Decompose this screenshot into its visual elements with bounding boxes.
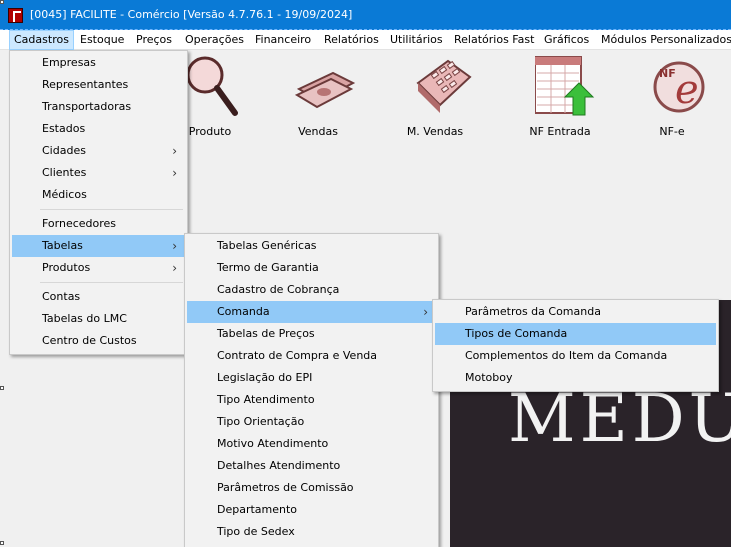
menu-item-tipo-orientacao[interactable]: Tipo Orientação [187, 411, 436, 433]
menu-item-contrato-compra-venda[interactable]: Contrato de Compra e Venda [187, 345, 436, 367]
menu-item-medicos[interactable]: Médicos [12, 184, 185, 206]
menu-relatorios[interactable]: Relatórios [320, 30, 383, 50]
toolbar-nf-entrada-button[interactable]: NF Entrada [515, 55, 605, 145]
menu-item-tabelas-genericas[interactable]: Tabelas Genéricas [187, 235, 436, 257]
menu-item-transportadoras[interactable]: Transportadoras [12, 96, 185, 118]
menu-utilitarios[interactable]: Utilitários [386, 30, 447, 50]
menu-separator [40, 282, 183, 283]
toolbar-label: Vendas [298, 125, 338, 138]
nf-entrada-icon [535, 56, 595, 116]
menu-item-representantes[interactable]: Representantes [12, 74, 185, 96]
calculator-icon [416, 59, 472, 113]
toolbar-vendas-button[interactable]: Vendas [273, 55, 363, 145]
menu-item-detalhes-atendimento[interactable]: Detalhes Atendimento [187, 455, 436, 477]
nfe-icon: e NF [653, 61, 705, 113]
svg-text:NF: NF [659, 67, 676, 80]
menu-item-cadastro-de-cobranca[interactable]: Cadastro de Cobrança [187, 279, 436, 301]
menu-item-produtos[interactable]: Produtos › [12, 257, 185, 279]
selection-grip[interactable] [0, 386, 4, 390]
menu-item-fornecedores[interactable]: Fornecedores [12, 213, 185, 235]
menu-item-contas[interactable]: Contas [12, 286, 185, 308]
menu-item-departamento[interactable]: Departamento [187, 499, 436, 521]
chevron-right-icon: › [172, 166, 177, 180]
menu-estoque[interactable]: Estoque [76, 30, 128, 50]
selection-grip[interactable] [0, 0, 4, 4]
menu-item-termo-de-garantia[interactable]: Termo de Garantia [187, 257, 436, 279]
menu-item-tabelas-de-precos[interactable]: Tabelas de Preços [187, 323, 436, 345]
chevron-right-icon: › [423, 305, 428, 319]
menu-modulos-personalizados[interactable]: Módulos Personalizados [597, 30, 731, 50]
chevron-right-icon: › [172, 144, 177, 158]
menu-separator [40, 209, 183, 210]
menu-item-tipo-atendimento[interactable]: Tipo Atendimento [187, 389, 436, 411]
menu-item-tipos-de-comanda[interactable]: Tipos de Comanda [435, 323, 716, 345]
menu-item-motivo-atendimento[interactable]: Motivo Atendimento [187, 433, 436, 455]
menu-item-legislacao-epi[interactable]: Legislação do EPI [187, 367, 436, 389]
menu-bar: Cadastros Estoque Preços Operações Finan… [0, 30, 731, 50]
menu-graficos[interactable]: Gráficos [540, 30, 593, 50]
magnifier-icon [186, 56, 238, 116]
chevron-right-icon: › [172, 239, 177, 253]
app-logo-icon[interactable] [8, 8, 23, 23]
cadastros-dropdown-menu: Empresas Representantes Transportadoras … [9, 50, 188, 355]
chevron-right-icon: › [172, 261, 177, 275]
menu-item-centro-de-custos[interactable]: Centro de Custos [12, 330, 185, 352]
toolbar-label: NF-e [659, 125, 685, 138]
toolbar-nfe-button[interactable]: e NF NF-e [627, 55, 717, 145]
menu-item-tabelas[interactable]: Tabelas › [12, 235, 185, 257]
menu-item-tipo-de-sedex[interactable]: Tipo de Sedex [187, 521, 436, 543]
menu-operacoes[interactable]: Operações [181, 30, 248, 50]
selection-grip[interactable] [0, 541, 4, 545]
tabelas-submenu: Tabelas Genéricas Termo de Garantia Cada… [184, 233, 439, 547]
menu-item-cidades[interactable]: Cidades › [12, 140, 185, 162]
menu-item-tabelas-lmc[interactable]: Tabelas do LMC [12, 308, 185, 330]
menu-relatorios-fast[interactable]: Relatórios Fast [450, 30, 538, 50]
menu-item-parametros-de-comissao[interactable]: Parâmetros de Comissão [187, 477, 436, 499]
menu-item-clientes[interactable]: Clientes › [12, 162, 185, 184]
menu-cadastros[interactable]: Cadastros [9, 30, 74, 50]
toolbar-label: NF Entrada [529, 125, 591, 138]
menu-item-motoboy[interactable]: Motoboy [435, 367, 716, 389]
menu-precos[interactable]: Preços [132, 30, 176, 50]
toolbar-label: M. Vendas [406, 125, 464, 138]
menu-item-complementos-item-comanda[interactable]: Complementos do Item da Comanda [435, 345, 716, 367]
toolbar-m-vendas-button[interactable]: M. Vendas [390, 55, 480, 145]
menu-financeiro[interactable]: Financeiro [251, 30, 315, 50]
menu-item-estados[interactable]: Estados [12, 118, 185, 140]
svg-text:e: e [675, 67, 699, 113]
window-title: [0045] FACILITE - Comércio [Versão 4.7.7… [30, 8, 353, 21]
title-bar: [0045] FACILITE - Comércio [Versão 4.7.7… [0, 0, 731, 30]
menu-item-empresas[interactable]: Empresas [12, 52, 185, 74]
comanda-submenu: Parâmetros da Comanda Tipos de Comanda C… [432, 299, 719, 392]
menu-item-comanda[interactable]: Comanda › [187, 301, 436, 323]
money-icon [294, 71, 356, 109]
menu-item-parametros-da-comanda[interactable]: Parâmetros da Comanda [435, 301, 716, 323]
